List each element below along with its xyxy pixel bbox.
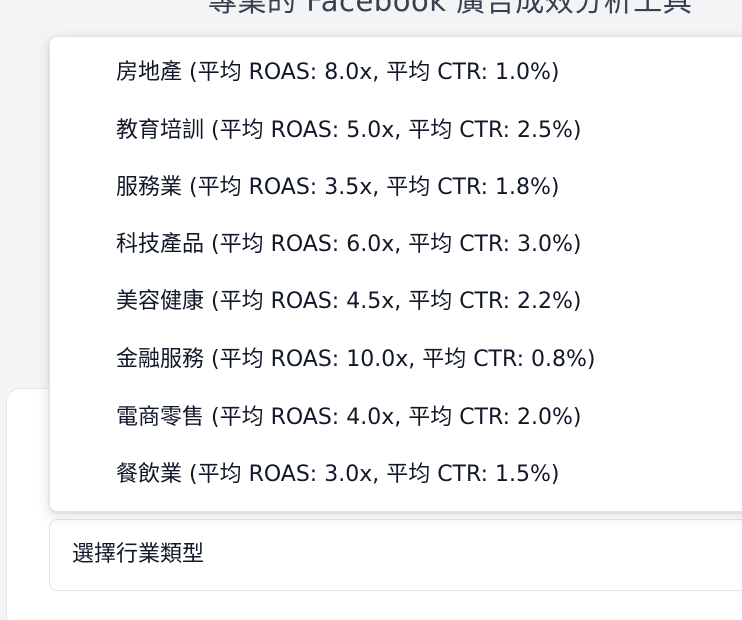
industry-select-placeholder: 選擇行業類型 — [72, 542, 205, 567]
industry-option[interactable]: 電商零售 (平均 ROAS: 4.0x, 平均 CTR: 2.0%) — [116, 398, 581, 438]
industry-option[interactable]: 餐飲業 (平均 ROAS: 3.0x, 平均 CTR: 1.5%) — [116, 455, 559, 495]
page: 專業的 Facebook 廣告成效分析工具 房地產 (平均 ROAS: 8.0x… — [0, 0, 742, 620]
industry-option[interactable]: 美容健康 (平均 ROAS: 4.5x, 平均 CTR: 2.2%) — [116, 282, 581, 322]
industry-option[interactable]: 服務業 (平均 ROAS: 3.5x, 平均 CTR: 1.8%) — [116, 168, 559, 208]
page-title: 專業的 Facebook 廣告成效分析工具 — [208, 0, 693, 18]
industry-option[interactable]: 教育培訓 (平均 ROAS: 5.0x, 平均 CTR: 2.5%) — [116, 111, 581, 151]
industry-select[interactable]: 選擇行業類型 — [49, 519, 742, 591]
industry-option[interactable]: 房地產 (平均 ROAS: 8.0x, 平均 CTR: 1.0%) — [116, 53, 559, 93]
industry-option[interactable]: 科技產品 (平均 ROAS: 6.0x, 平均 CTR: 3.0%) — [116, 225, 581, 265]
industry-dropdown-menu: 房地產 (平均 ROAS: 8.0x, 平均 CTR: 1.0%) 教育培訓 (… — [49, 36, 742, 512]
industry-option[interactable]: 金融服務 (平均 ROAS: 10.0x, 平均 CTR: 0.8%) — [116, 340, 595, 380]
